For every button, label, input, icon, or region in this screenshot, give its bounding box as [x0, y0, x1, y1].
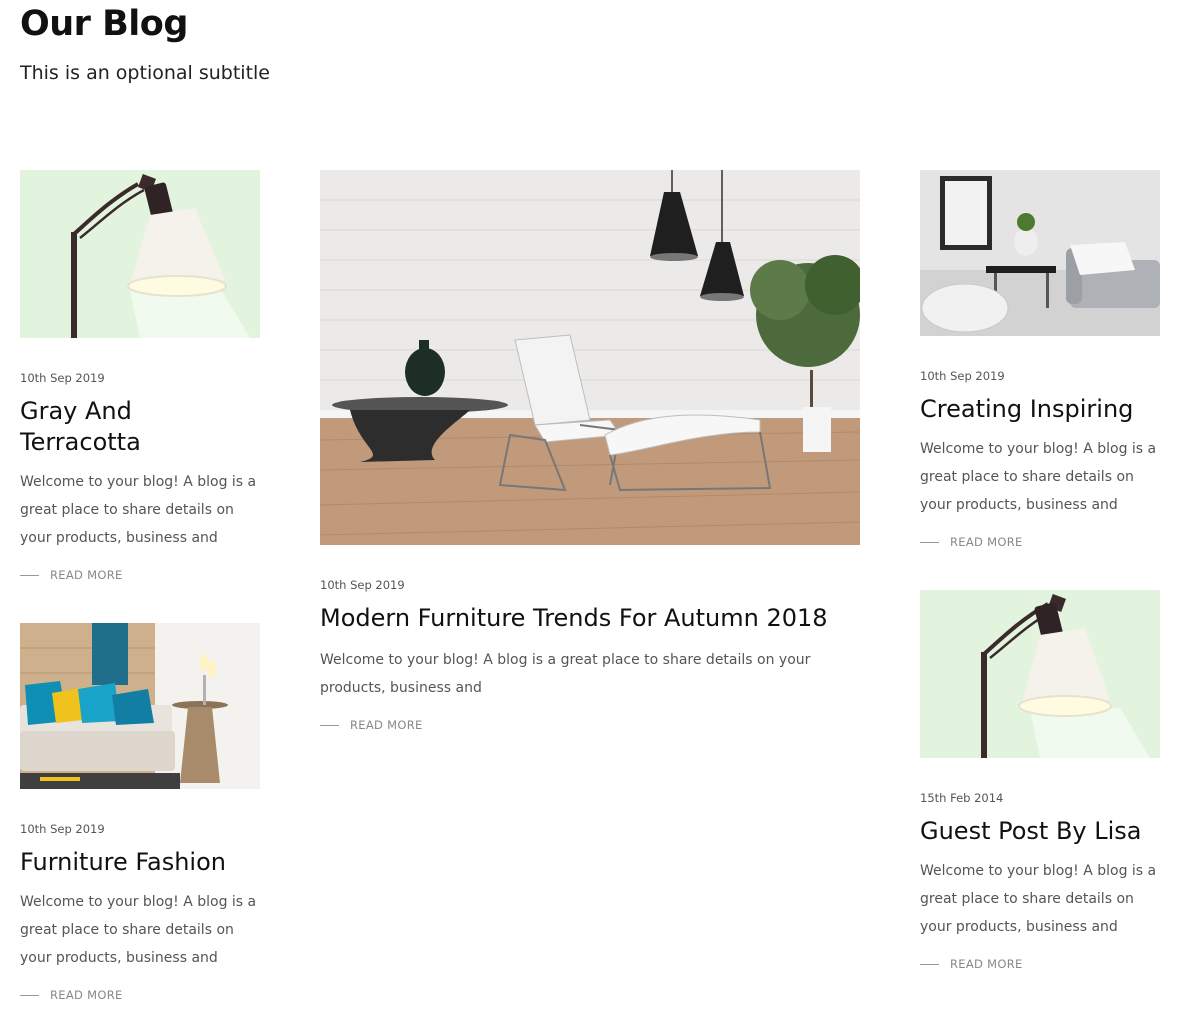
floor-lamp-image[interactable]: [920, 590, 1160, 758]
post-title[interactable]: Furniture Fashion: [20, 847, 260, 878]
post-excerpt: Welcome to your blog! A blog is a great …: [920, 441, 1157, 513]
blog-post-card: 15th Feb 2014 Guest Post By Lisa Welcome…: [920, 590, 1160, 971]
dash-divider: [20, 574, 39, 576]
post-excerpt: Welcome to your blog! A blog is a great …: [20, 894, 257, 966]
dash-divider: [320, 724, 339, 726]
post-title[interactable]: Creating Inspiring: [920, 394, 1160, 425]
post-date: 15th Feb 2014: [920, 791, 1004, 805]
post-excerpt: Welcome to your blog! A blog is a great …: [920, 863, 1157, 935]
post-date: 10th Sep 2019: [20, 371, 105, 385]
blog-post-card: 10th Sep 2019 Gray And Terracotta Welcom…: [20, 170, 260, 582]
post-date: 10th Sep 2019: [920, 369, 1005, 383]
dash-divider: [20, 994, 39, 996]
dash-divider: [920, 963, 939, 965]
post-excerpt: Welcome to your blog! A blog is a great …: [20, 474, 257, 546]
read-more-label: READ MORE: [50, 988, 123, 1002]
gray-living-room-image[interactable]: [920, 170, 1160, 336]
read-more-label: READ MORE: [950, 535, 1023, 549]
page-title: Our Blog: [20, 4, 188, 44]
floor-lamp-image[interactable]: [20, 170, 260, 338]
read-more-link[interactable]: READ MORE: [920, 957, 1160, 971]
post-title[interactable]: Guest Post By Lisa: [920, 816, 1160, 847]
blog-post-card: 10th Sep 2019 Furniture Fashion Welcome …: [20, 623, 260, 1002]
post-excerpt: Welcome to your blog! A blog is a great …: [320, 652, 811, 696]
page-subtitle: This is an optional subtitle: [20, 62, 270, 84]
read-more-label: READ MORE: [350, 718, 423, 732]
post-date: 10th Sep 2019: [320, 578, 405, 592]
blog-post-card: 10th Sep 2019 Modern Furniture Trends Fo…: [320, 170, 860, 732]
sofa-cushions-image[interactable]: [20, 623, 260, 789]
living-room-chairs-image[interactable]: [320, 170, 860, 545]
read-more-link[interactable]: READ MORE: [20, 568, 260, 582]
post-title[interactable]: Gray And Terracotta: [20, 396, 260, 458]
read-more-link[interactable]: READ MORE: [20, 988, 260, 1002]
dash-divider: [920, 541, 939, 543]
read-more-label: READ MORE: [950, 957, 1023, 971]
read-more-link[interactable]: READ MORE: [920, 535, 1160, 549]
post-title[interactable]: Modern Furniture Trends For Autumn 2018: [320, 603, 860, 634]
read-more-label: READ MORE: [50, 568, 123, 582]
blog-post-card: 10th Sep 2019 Creating Inspiring Welcome…: [920, 170, 1160, 549]
post-date: 10th Sep 2019: [20, 822, 105, 836]
read-more-link[interactable]: READ MORE: [320, 718, 860, 732]
